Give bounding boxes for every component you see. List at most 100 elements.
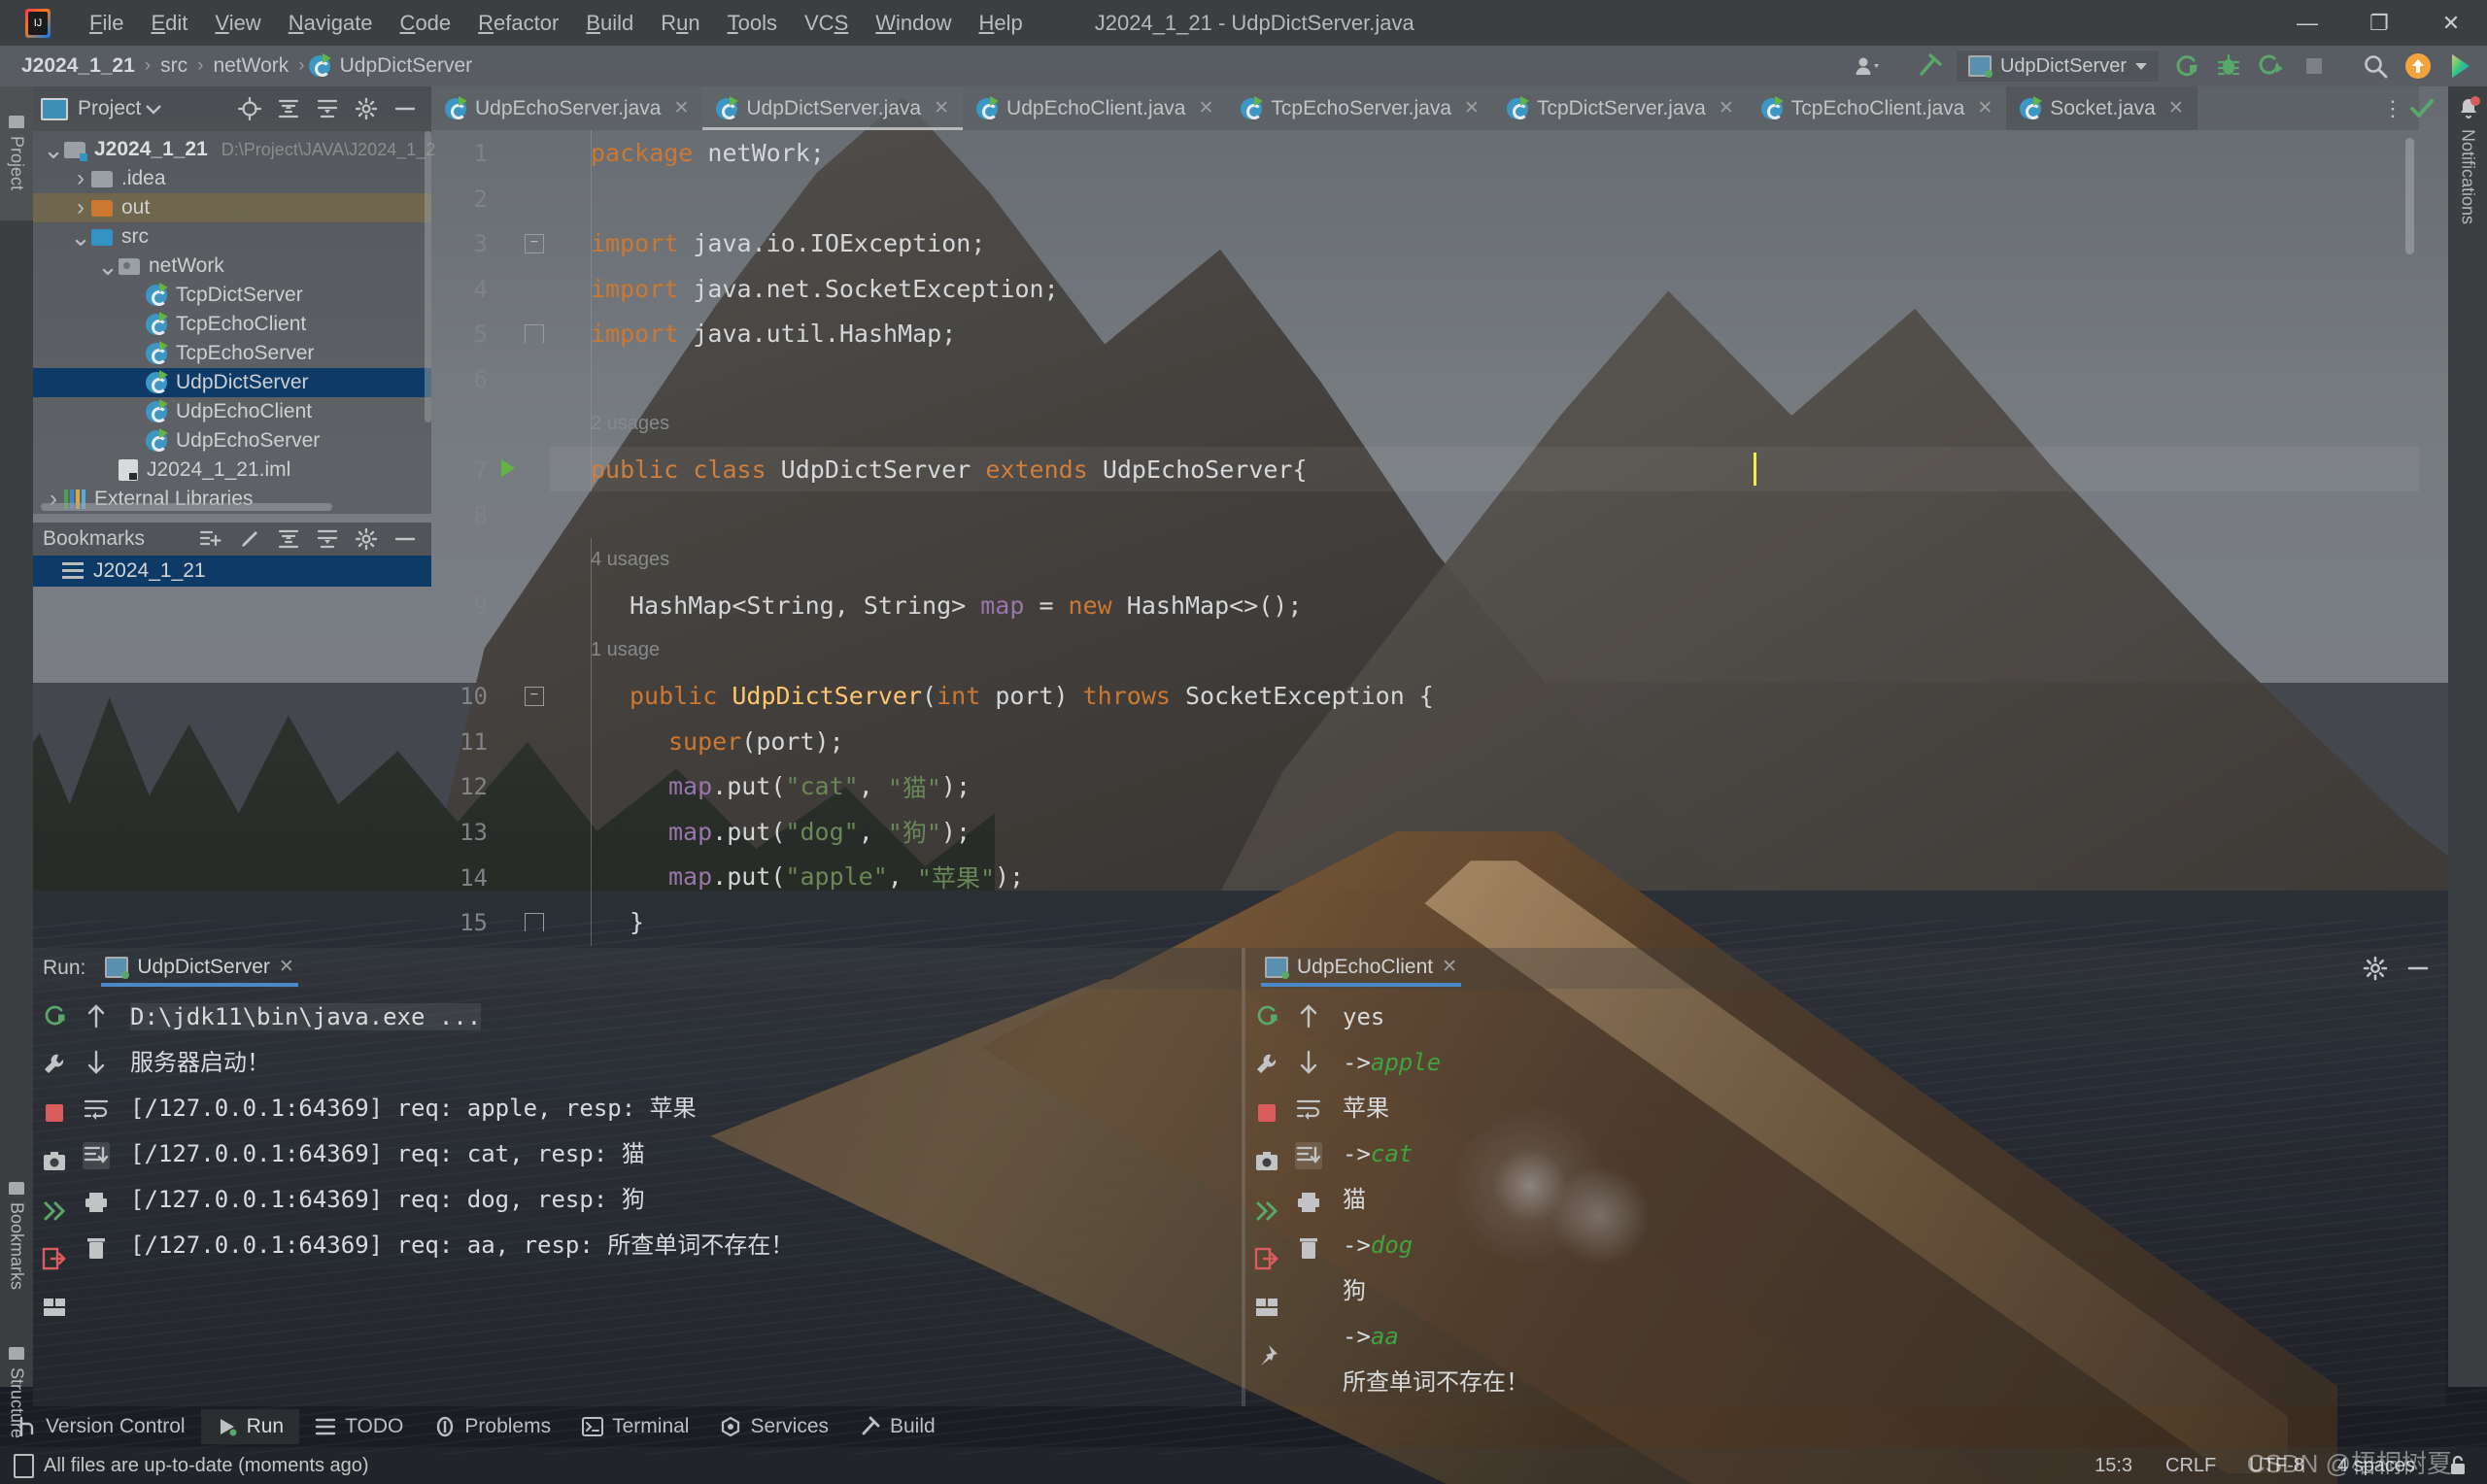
editor-tab-udpechoclient-java[interactable]: UdpEchoClient.java ✕ <box>963 86 1227 130</box>
settings-wrench-icon[interactable] <box>41 1051 68 1078</box>
thread-dump-icon[interactable] <box>1253 1197 1280 1224</box>
editor-gutter[interactable]: 1 2 3−4 5 6 7 8 9 10−11 12 13 14 15 <box>431 130 550 948</box>
menu-item-navigate[interactable]: Navigate <box>275 7 387 40</box>
menu-item-tools[interactable]: Tools <box>714 7 791 40</box>
bottom-tab-build[interactable]: Build <box>844 1409 951 1444</box>
code-line[interactable] <box>550 356 2419 402</box>
chevron-down-icon[interactable]: ⌄ <box>43 137 64 162</box>
bottom-tab-terminal[interactable]: Terminal <box>566 1409 704 1444</box>
user-avatar-icon[interactable] <box>1852 50 1885 83</box>
print-icon[interactable] <box>83 1189 110 1216</box>
code-line[interactable]: } <box>550 899 2419 945</box>
run-icon[interactable] <box>2169 50 2202 83</box>
close-icon[interactable]: ✕ <box>934 97 949 119</box>
search-icon[interactable] <box>2359 50 2392 83</box>
editor-scrollbar[interactable] <box>2405 138 2414 254</box>
code-line[interactable]: package netWork; <box>550 130 2419 176</box>
fold-end-icon[interactable] <box>525 913 544 932</box>
bell-icon[interactable] <box>2456 96 2480 119</box>
editor-tab-tcpdictserver-java[interactable]: TcpDictServer.java ✕ <box>1493 86 1748 130</box>
tree-node--idea[interactable]: › .idea <box>33 164 431 193</box>
list-item[interactable]: J2024_1_21 <box>33 556 431 587</box>
update-project-icon[interactable] <box>2402 50 2435 83</box>
code-line[interactable]: import java.net.SocketException; <box>550 266 2419 312</box>
menu-item-vcs[interactable]: VCS <box>791 7 862 40</box>
code-line[interactable]: import java.io.IOException; <box>550 220 2419 266</box>
tree-node-j2024-1-21[interactable]: ⌄ J2024_1_21 D:\Project\JAVA\J2024_1_2 <box>33 135 435 164</box>
menu-item-window[interactable]: Window <box>862 7 965 40</box>
tree-node-udpdictserver[interactable]: UdpDictServer <box>33 368 431 397</box>
clear-all-icon[interactable] <box>1295 1235 1322 1263</box>
inspection-status-ok-icon[interactable] <box>2407 93 2436 122</box>
breadcrumb-item-2[interactable]: netWork <box>207 52 294 80</box>
scroll-to-end-icon[interactable] <box>83 1142 110 1169</box>
run-tab-udpdictserver[interactable]: UdpDictServer ✕ <box>95 951 303 987</box>
scroll-to-end-icon[interactable] <box>1295 1142 1322 1169</box>
sidebar-item-project[interactable]: Project <box>0 86 33 220</box>
sidebar-item-notifications[interactable]: Notifications <box>2458 129 2478 224</box>
camera-icon[interactable] <box>41 1148 68 1175</box>
code-line[interactable]: map .put("cat", "猫"); <box>550 763 2419 809</box>
chevron-right-icon[interactable]: › <box>70 165 91 192</box>
editor-tab-udpdictserver-java[interactable]: UdpDictServer.java ✕ <box>702 86 964 130</box>
close-icon[interactable]: ✕ <box>279 956 294 978</box>
code-line[interactable]: map .put("apple", "苹果"); <box>550 855 2419 900</box>
chevron-right-icon[interactable]: › <box>70 194 91 221</box>
close-icon[interactable]: ✕ <box>1198 97 1213 119</box>
clear-all-icon[interactable] <box>83 1235 110 1263</box>
hide-icon[interactable] <box>2405 956 2431 981</box>
scroll-down-icon[interactable] <box>83 1049 110 1076</box>
chevron-down-icon[interactable] <box>141 96 166 121</box>
menu-item-edit[interactable]: Edit <box>137 7 201 40</box>
locate-icon[interactable] <box>237 96 262 121</box>
expand-all-icon[interactable] <box>276 526 301 552</box>
tree-node-tcpechoclient[interactable]: TcpEchoClient <box>33 310 431 339</box>
print-icon[interactable] <box>1295 1189 1322 1216</box>
close-icon[interactable]: ✕ <box>1719 97 1734 119</box>
menu-item-build[interactable]: Build <box>572 7 647 40</box>
code-editor[interactable]: 1 2 3−4 5 6 7 8 9 10−11 12 13 14 15 package netWork;… <box>431 130 2419 948</box>
chevron-down-icon[interactable]: ⌄ <box>97 253 119 279</box>
stop-icon[interactable] <box>2298 50 2331 83</box>
debug-icon[interactable] <box>2212 50 2245 83</box>
code-line[interactable] <box>550 176 2419 221</box>
scroll-up-icon[interactable] <box>83 1002 110 1029</box>
line-separator[interactable]: CRLF <box>2165 1455 2216 1477</box>
scroll-down-icon[interactable] <box>1295 1049 1322 1076</box>
bottom-tab-problems[interactable]: Problems <box>419 1409 566 1444</box>
tree-node-tcpechoserver[interactable]: TcpEchoServer <box>33 339 431 368</box>
run-panel-splitter[interactable] <box>1242 948 1245 1406</box>
settings-gear-icon[interactable] <box>354 96 379 121</box>
chevron-down-icon[interactable]: ⌄ <box>70 224 91 250</box>
maximize-button[interactable]: ❐ <box>2343 0 2415 46</box>
fold-end-icon[interactable] <box>525 324 544 344</box>
code-line[interactable]: HashMap<String, String> map = new HashMa… <box>550 583 2419 628</box>
code-line[interactable] <box>550 492 2419 538</box>
run-configuration-selector[interactable]: UdpDictServer <box>1955 50 2160 83</box>
tree-node-out[interactable]: › out <box>33 193 431 222</box>
close-icon[interactable]: ✕ <box>1977 97 1993 119</box>
settings-gear-icon[interactable] <box>354 526 379 552</box>
settings-gear-icon[interactable] <box>2363 956 2388 981</box>
scroll-up-icon[interactable] <box>1295 1002 1322 1029</box>
fold-collapse-icon[interactable]: − <box>525 234 544 254</box>
rerun-icon[interactable] <box>41 1002 68 1029</box>
tree-node-network[interactable]: ⌄ netWork <box>33 252 431 281</box>
breadcrumb-item-1[interactable]: src <box>154 52 193 80</box>
rerun-icon[interactable] <box>1253 1002 1280 1029</box>
fold-collapse-icon[interactable]: − <box>525 687 544 707</box>
tree-node-udpechoclient[interactable]: UdpEchoClient <box>33 397 431 426</box>
bottom-tab-run[interactable]: Run <box>200 1409 300 1444</box>
menu-item-file[interactable]: File <box>76 7 137 40</box>
editor-tab-udpechoserver-java[interactable]: UdpEchoServer.java ✕ <box>431 86 702 130</box>
run-coverage-icon[interactable] <box>2255 50 2288 83</box>
close-icon[interactable]: ✕ <box>1442 956 1457 978</box>
breadcrumb-item-0[interactable]: J2024_1_21 <box>16 52 141 80</box>
tree-node-src[interactable]: ⌄ src <box>33 222 431 252</box>
menu-item-view[interactable]: View <box>201 7 274 40</box>
close-icon[interactable]: ✕ <box>1464 97 1480 119</box>
menu-item-help[interactable]: Help <box>966 7 1037 40</box>
project-panel-hscrollbar[interactable] <box>41 503 332 511</box>
soft-wrap-icon[interactable] <box>1295 1096 1322 1123</box>
exit-icon[interactable] <box>41 1245 68 1272</box>
